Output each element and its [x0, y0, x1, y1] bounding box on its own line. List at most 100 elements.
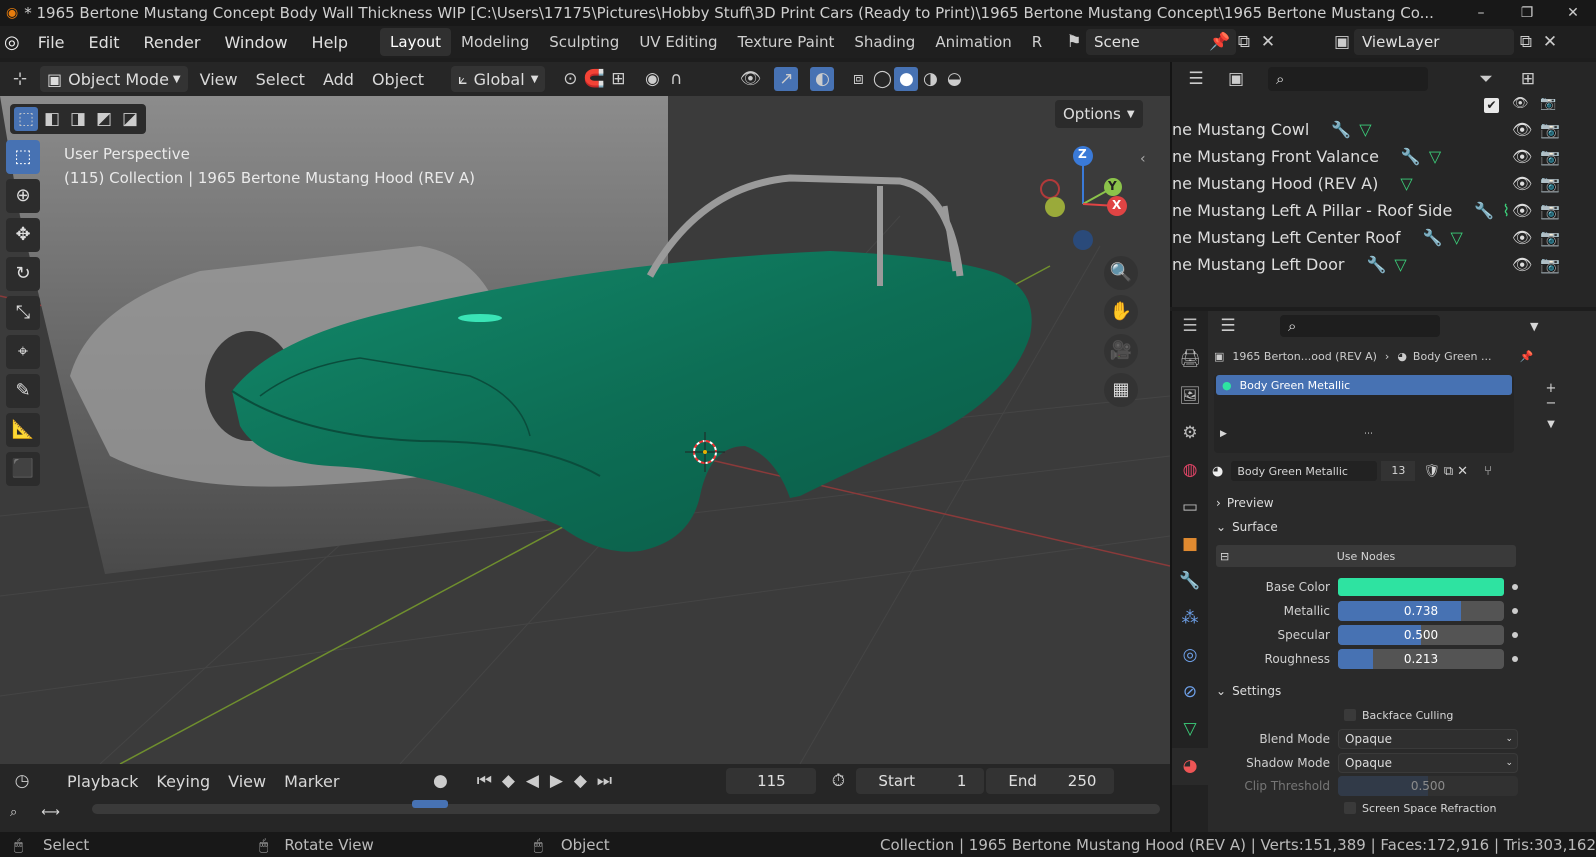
- camera-icon[interactable]: 📷: [1540, 120, 1560, 139]
- current-frame-field[interactable]: 115: [726, 768, 817, 794]
- zoom-icon[interactable]: 🔍: [1104, 256, 1138, 290]
- maximize-button[interactable]: ❐: [1504, 5, 1550, 21]
- shadow-mode-dropdown[interactable]: Opaque ⌄: [1338, 753, 1518, 773]
- world-tab-icon[interactable]: ◍: [1172, 452, 1208, 489]
- menu-marker[interactable]: Marker: [275, 772, 348, 791]
- wrench-icon[interactable]: 🔧: [1401, 147, 1421, 166]
- gizmo-x-label[interactable]: X: [1112, 198, 1121, 212]
- filter-icon[interactable]: ⏷: [1474, 67, 1498, 91]
- camera-icon[interactable]: 📷: [1540, 174, 1560, 193]
- browse-material-icon[interactable]: ◕: [1212, 464, 1223, 479]
- eye-icon[interactable]: 👁: [1512, 255, 1532, 274]
- scene-tab-icon[interactable]: ⚙: [1172, 415, 1208, 452]
- camera-icon[interactable]: 📷: [1540, 201, 1560, 220]
- timeline-scrollbar[interactable]: [92, 804, 1160, 814]
- eye-icon[interactable]: 👁: [1512, 96, 1529, 111]
- metallic-slider[interactable]: 0.738: [1338, 601, 1504, 621]
- select-new-icon[interactable]: ⬚: [14, 107, 38, 131]
- camera-icon[interactable]: 📷: [1540, 228, 1560, 247]
- annotate-tool-icon[interactable]: ✎: [6, 374, 40, 408]
- output-tab-icon[interactable]: 🖼: [1172, 378, 1208, 415]
- transform-tool-icon[interactable]: ⌖: [6, 335, 40, 369]
- delete-viewlayer-icon[interactable]: ✕: [1538, 30, 1562, 54]
- tool-settings-tab-icon[interactable]: ☰: [1172, 311, 1208, 341]
- keyframe-dot-icon[interactable]: [1512, 656, 1518, 662]
- next-keyframe-icon[interactable]: ◆: [568, 769, 592, 793]
- slot-menu-icon[interactable]: ▼: [1540, 419, 1562, 430]
- menu-help[interactable]: Help: [300, 33, 360, 52]
- camera-view-icon[interactable]: 🎥: [1104, 334, 1138, 368]
- mesh-data-icon[interactable]: ▽: [1450, 228, 1462, 247]
- physics-tab-icon[interactable]: ◎: [1172, 637, 1208, 674]
- outliner-search-input[interactable]: ⌕: [1268, 67, 1428, 91]
- resize-handle-icon[interactable]: ⋯: [1364, 429, 1373, 439]
- checkbox-icon[interactable]: ✔: [1484, 98, 1499, 113]
- pin-icon[interactable]: 📌: [1208, 30, 1232, 54]
- remove-slot-icon[interactable]: −: [1540, 396, 1562, 411]
- gizmo-z-label[interactable]: Z: [1078, 147, 1087, 161]
- tab-rendering[interactable]: R: [1022, 28, 1052, 56]
- add-cube-tool-icon[interactable]: ⬛: [6, 452, 40, 486]
- display-mode-icon[interactable]: ▣: [1224, 67, 1248, 91]
- select-extend-icon[interactable]: ◧: [40, 107, 64, 131]
- outliner-row-hood[interactable]: ne Mustang Hood (REV A) ▽ 👁 📷: [1172, 170, 1596, 197]
- search-icon[interactable]: ⌕: [10, 805, 17, 820]
- play-icon[interactable]: ▶: [544, 769, 568, 793]
- roughness-slider[interactable]: 0.213: [1338, 649, 1504, 669]
- material-slot-item[interactable]: ● Body Green Metallic: [1216, 375, 1512, 395]
- blend-mode-dropdown[interactable]: Opaque ⌄: [1338, 729, 1518, 749]
- ortho-grid-icon[interactable]: ▦: [1104, 373, 1138, 407]
- viewport-3d[interactable]: ⬚ ◧ ◨ ◩ ◪ User Perspective (115) Collect…: [0, 96, 1170, 764]
- mode-dropdown[interactable]: ▣ Object Mode ▼: [40, 66, 188, 92]
- camera-icon[interactable]: 📷: [1540, 96, 1556, 111]
- eye-icon[interactable]: 👁: [1512, 228, 1532, 247]
- tab-texture-paint[interactable]: Texture Paint: [728, 28, 845, 56]
- outliner-row-center-roof[interactable]: ne Mustang Left Center Roof 🔧 ▽ 👁 📷: [1172, 224, 1596, 251]
- select-invert-icon[interactable]: ◩: [92, 107, 116, 131]
- play-reverse-icon[interactable]: ◀: [520, 769, 544, 793]
- add-slot-icon[interactable]: +: [1540, 381, 1562, 396]
- mesh-data-icon[interactable]: ▽: [1429, 147, 1441, 166]
- xray-icon[interactable]: ⧈: [846, 67, 870, 91]
- jump-end-icon[interactable]: ⏭: [592, 769, 616, 793]
- timeline-scrub-area[interactable]: ⌕ ⟷: [0, 798, 1170, 826]
- duplicate-icon[interactable]: ⧉: [1444, 464, 1453, 479]
- proportional-edit-icon[interactable]: ◉: [640, 67, 664, 91]
- eye-icon[interactable]: 👁: [1512, 147, 1532, 166]
- cursor-tool-icon[interactable]: ⊕: [6, 179, 40, 213]
- new-viewlayer-icon[interactable]: ⧉: [1514, 30, 1538, 54]
- snap-increment-icon[interactable]: ⊞: [606, 67, 630, 91]
- material-shading-icon[interactable]: ◑: [918, 67, 942, 91]
- start-frame-field[interactable]: Start 1: [856, 768, 985, 794]
- use-nodes-button[interactable]: ⊟ Use Nodes: [1216, 545, 1516, 567]
- node-link-icon[interactable]: ⑂: [1484, 464, 1492, 479]
- fake-user-icon[interactable]: 🛡: [1423, 464, 1440, 479]
- checkbox-icon[interactable]: [1344, 709, 1356, 721]
- data-tab-icon[interactable]: ▽: [1172, 711, 1208, 748]
- render-tab-icon[interactable]: 🖨: [1172, 341, 1208, 378]
- preview-panel-header[interactable]: › Preview: [1208, 491, 1596, 515]
- base-color-swatch[interactable]: [1338, 578, 1504, 596]
- prev-keyframe-icon[interactable]: ◆: [496, 769, 520, 793]
- camera-icon[interactable]: 📷: [1540, 147, 1560, 166]
- wrench-icon[interactable]: 🔧: [1331, 120, 1351, 139]
- menu-render[interactable]: Render: [131, 33, 212, 52]
- eye-icon[interactable]: 👁: [1512, 120, 1532, 139]
- viewlayer-icon[interactable]: ▣: [1330, 30, 1354, 54]
- menu-view[interactable]: View: [191, 70, 247, 89]
- mesh-data-icon[interactable]: ▽: [1359, 120, 1371, 139]
- select-box-tool-icon[interactable]: ⬚: [6, 140, 40, 174]
- tab-layout[interactable]: Layout: [380, 28, 452, 56]
- outliner-row-a-pillar[interactable]: ne Mustang Left A Pillar - Roof Side 🔧 ⌇…: [1172, 197, 1596, 224]
- tab-uv-editing[interactable]: UV Editing: [629, 28, 727, 56]
- curve-data-icon[interactable]: ⌇: [1502, 201, 1510, 220]
- keyframe-dot-icon[interactable]: [1512, 632, 1518, 638]
- visibility-icon[interactable]: 👁: [738, 67, 762, 91]
- jump-start-icon[interactable]: ⏮: [472, 769, 496, 793]
- user-count[interactable]: 13: [1381, 461, 1416, 481]
- keyframe-dot-icon[interactable]: [1512, 584, 1518, 590]
- menu-select[interactable]: Select: [247, 70, 314, 89]
- collapse-sidebar-icon[interactable]: ‹: [1140, 151, 1146, 167]
- new-scene-icon[interactable]: ⧉: [1232, 30, 1256, 54]
- end-frame-field[interactable]: End 250: [986, 768, 1115, 794]
